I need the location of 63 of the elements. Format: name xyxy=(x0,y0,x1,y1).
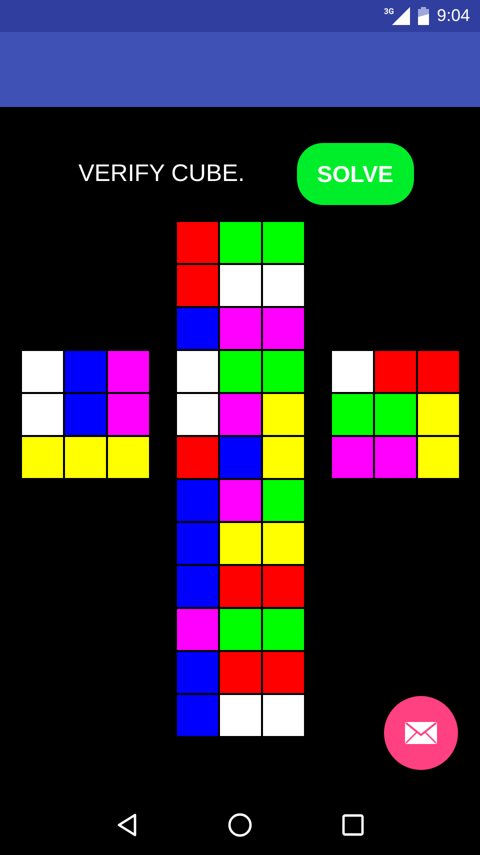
clock: 9:04 xyxy=(436,6,470,26)
cube-sticker[interactable] xyxy=(220,523,261,564)
cube-sticker[interactable] xyxy=(177,222,218,263)
cube-sticker[interactable] xyxy=(263,695,304,736)
cube-sticker[interactable] xyxy=(332,351,373,392)
cube-sticker[interactable] xyxy=(22,437,63,478)
cube-sticker[interactable] xyxy=(220,308,261,349)
cube-sticker[interactable] xyxy=(220,480,261,521)
cube-sticker[interactable] xyxy=(177,695,218,736)
cube-sticker[interactable] xyxy=(108,351,149,392)
cube-sticker[interactable] xyxy=(177,308,218,349)
cube-sticker[interactable] xyxy=(22,394,63,435)
cube-sticker[interactable] xyxy=(375,351,416,392)
cube-sticker[interactable] xyxy=(177,523,218,564)
cube-sticker[interactable] xyxy=(263,265,304,306)
cube-sticker[interactable] xyxy=(177,265,218,306)
cube-sticker[interactable] xyxy=(177,394,218,435)
cube-sticker[interactable] xyxy=(263,652,304,693)
cube-sticker[interactable] xyxy=(332,394,373,435)
cube-sticker[interactable] xyxy=(418,351,459,392)
cube-sticker[interactable] xyxy=(22,351,63,392)
cube-sticker[interactable] xyxy=(220,222,261,263)
cube-sticker[interactable] xyxy=(220,695,261,736)
cube-sticker[interactable] xyxy=(263,609,304,650)
cube-sticker[interactable] xyxy=(177,652,218,693)
network-type: 3G xyxy=(384,7,394,16)
cube-sticker[interactable] xyxy=(220,394,261,435)
cube-sticker[interactable] xyxy=(177,566,218,607)
cube-sticker[interactable] xyxy=(418,437,459,478)
cube-sticker[interactable] xyxy=(263,394,304,435)
cube-sticker[interactable] xyxy=(375,437,416,478)
home-icon[interactable] xyxy=(226,812,253,838)
cube-sticker[interactable] xyxy=(332,437,373,478)
cube-sticker[interactable] xyxy=(263,351,304,392)
cube-sticker[interactable] xyxy=(177,480,218,521)
verify-prompt: VERIFY CUBE. xyxy=(78,160,245,188)
cube-sticker[interactable] xyxy=(263,222,304,263)
cube-sticker[interactable] xyxy=(263,566,304,607)
cube-sticker[interactable] xyxy=(220,265,261,306)
cube-sticker[interactable] xyxy=(220,566,261,607)
battery-icon xyxy=(418,7,429,25)
cube-sticker[interactable] xyxy=(177,351,218,392)
recents-icon[interactable] xyxy=(340,812,366,838)
solve-button[interactable]: SOLVE xyxy=(296,143,414,205)
signal-icon xyxy=(392,7,410,25)
cube-sticker[interactable] xyxy=(220,652,261,693)
cube-sticker[interactable] xyxy=(177,437,218,478)
cube-sticker[interactable] xyxy=(220,437,261,478)
cube-sticker[interactable] xyxy=(65,394,106,435)
cube-sticker[interactable] xyxy=(263,523,304,564)
cube-sticker[interactable] xyxy=(263,437,304,478)
cube-sticker[interactable] xyxy=(263,480,304,521)
cube-sticker[interactable] xyxy=(65,351,106,392)
cube-sticker[interactable] xyxy=(220,609,261,650)
cube-sticker[interactable] xyxy=(108,394,149,435)
cube-sticker[interactable] xyxy=(65,437,106,478)
cube-sticker[interactable] xyxy=(220,351,261,392)
cube-sticker[interactable] xyxy=(108,437,149,478)
cube-sticker[interactable] xyxy=(177,609,218,650)
cube-sticker[interactable] xyxy=(418,394,459,435)
envelope-icon xyxy=(405,722,437,744)
cube-sticker[interactable] xyxy=(263,308,304,349)
cube-sticker[interactable] xyxy=(375,394,416,435)
